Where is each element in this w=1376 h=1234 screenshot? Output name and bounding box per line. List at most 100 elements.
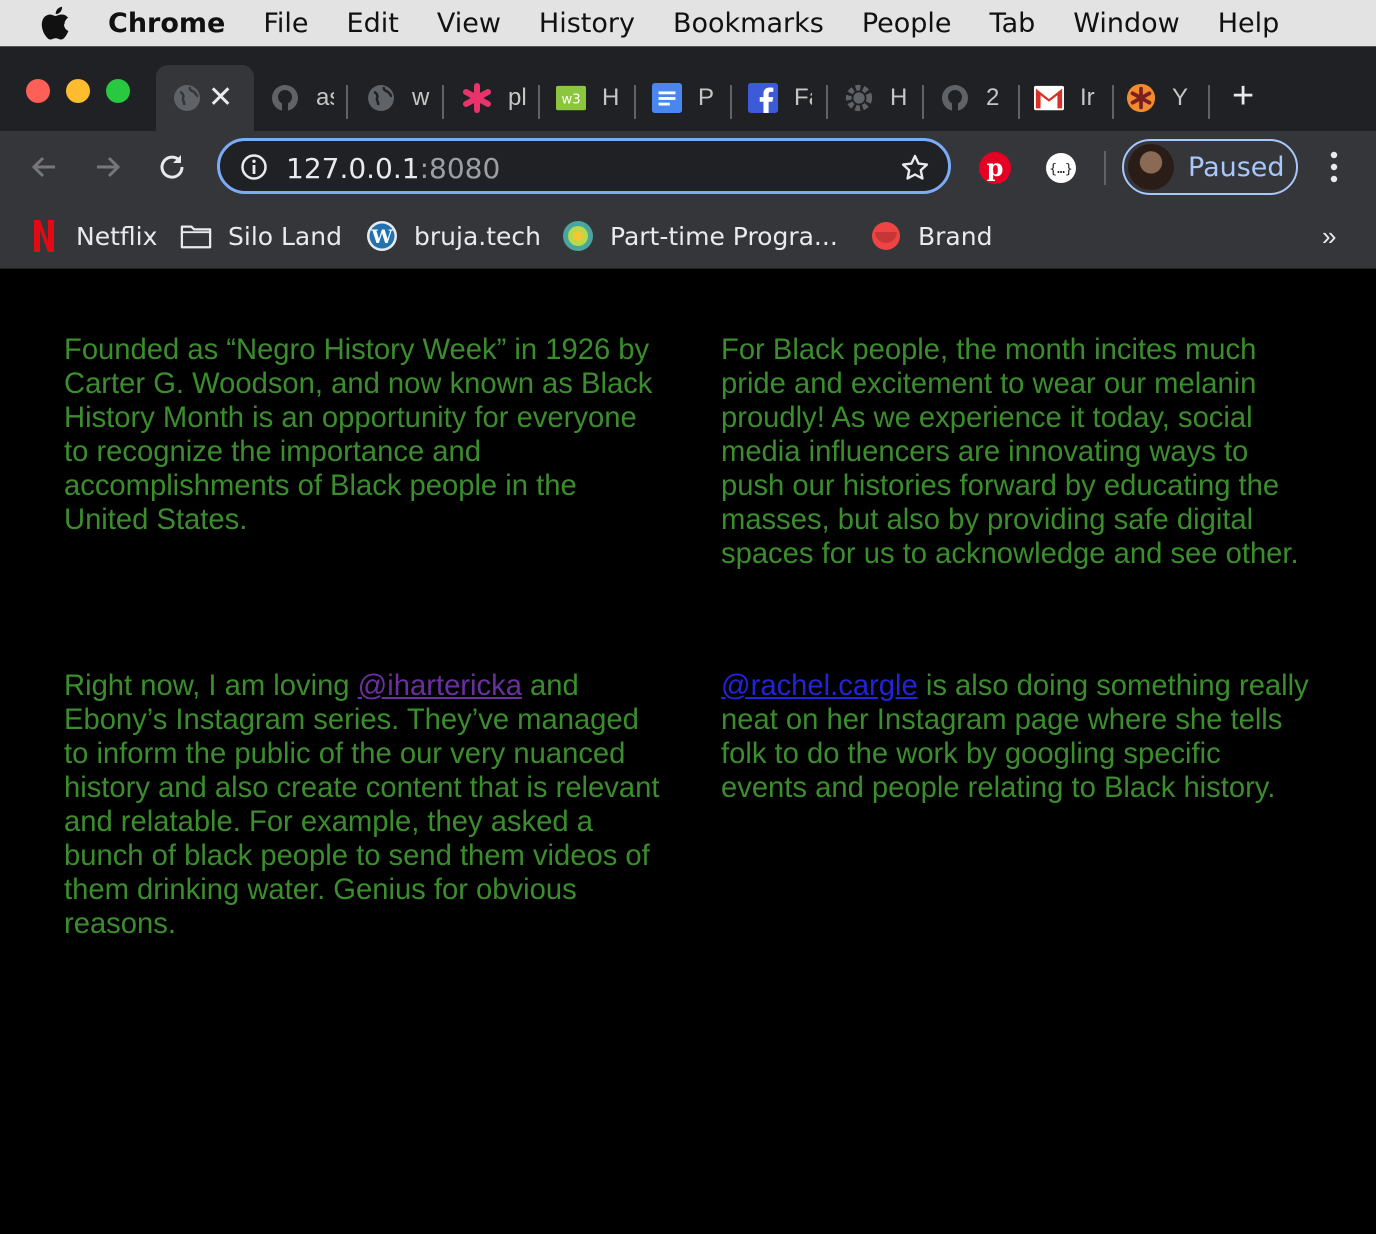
browser-window: ✕ as w pl w3 H xyxy=(0,46,1376,1234)
url-port: :8080 xyxy=(419,152,501,185)
menu-file[interactable]: File xyxy=(263,8,308,39)
tab-title: Y xyxy=(1172,84,1189,111)
tab-2[interactable]: as xyxy=(254,65,348,131)
menu-history[interactable]: History xyxy=(539,8,635,39)
apple-menu-icon[interactable] xyxy=(40,6,72,40)
tab-9[interactable]: 2 xyxy=(926,65,1020,131)
close-window-button[interactable] xyxy=(26,79,50,103)
asterisk-icon xyxy=(462,83,492,113)
circle-logo-icon xyxy=(562,220,594,252)
close-tab-icon[interactable]: ✕ xyxy=(208,83,233,113)
paragraph-ihartericka: Right now, I am loving @ihartericka and … xyxy=(64,669,664,941)
tab-strip: ✕ as w pl w3 H xyxy=(0,47,1376,131)
tab-title: w xyxy=(412,84,430,111)
folder-icon xyxy=(180,220,212,252)
tab-separator xyxy=(826,85,828,119)
toolbar-separator xyxy=(1104,151,1106,185)
rachel-cargle-link[interactable]: @rachel.cargle xyxy=(721,670,918,702)
gmail-icon xyxy=(1034,83,1064,113)
tab-title: as xyxy=(316,84,334,111)
bookmarks-overflow-button[interactable]: » xyxy=(1322,221,1336,252)
menu-app-name[interactable]: Chrome xyxy=(108,8,225,39)
minimize-window-button[interactable] xyxy=(66,79,90,103)
paragraph-history-week: Founded as “Negro History Week” in 1926 … xyxy=(64,334,653,536)
menu-tab[interactable]: Tab xyxy=(990,8,1036,39)
menu-view[interactable]: View xyxy=(437,8,501,39)
bookmarks-bar: Netflix Silo Land W bruja.tech Part-time… xyxy=(0,203,1376,269)
site-info-icon[interactable] xyxy=(240,153,268,186)
tab-separator xyxy=(1018,85,1020,119)
tab-title: pl xyxy=(508,84,526,111)
reload-icon[interactable] xyxy=(156,151,188,183)
bookmark-label: Netflix xyxy=(76,221,158,251)
github-icon xyxy=(270,83,300,113)
asterisk-orange-icon xyxy=(1126,83,1156,113)
tab-separator xyxy=(634,85,636,119)
new-tab-plus-icon[interactable]: + xyxy=(1232,77,1254,115)
tab-8[interactable]: H xyxy=(830,65,924,131)
bookmark-part-time-programs[interactable]: Part-time Progra... xyxy=(562,219,838,253)
brand-icon xyxy=(870,220,902,252)
bookmark-label: bruja.tech xyxy=(414,221,541,251)
web-page-content: Founded as “Negro History Week” in 1926 … xyxy=(0,269,1376,1234)
url-text[interactable]: 127.0.0.1:8080 xyxy=(286,152,500,185)
menu-bookmarks[interactable]: Bookmarks xyxy=(673,8,824,39)
tab-title: Ir xyxy=(1080,84,1095,111)
tab-6[interactable]: P xyxy=(638,65,732,131)
tab-title: H xyxy=(890,84,908,111)
profile-status-label: Paused xyxy=(1188,151,1285,183)
paragraph-text: Right now, I am loving xyxy=(64,670,358,702)
bookmark-star-icon[interactable] xyxy=(900,153,930,188)
ihartericka-link[interactable]: @ihartericka xyxy=(358,670,522,702)
tab-separator xyxy=(346,85,348,119)
facebook-icon xyxy=(748,83,778,113)
svg-text:p: p xyxy=(987,153,1004,182)
bookmark-netflix[interactable]: Netflix xyxy=(28,219,157,253)
github-icon xyxy=(940,83,970,113)
bookmark-label: Silo Land xyxy=(228,221,342,251)
w3-icon: w3 xyxy=(556,83,586,113)
address-bar[interactable]: 127.0.0.1:8080 xyxy=(217,138,951,194)
svg-text:w3: w3 xyxy=(561,93,580,108)
bookmark-brand[interactable]: Brand xyxy=(870,219,992,253)
menu-help[interactable]: Help xyxy=(1218,8,1280,39)
settings-icon xyxy=(844,83,874,113)
bookmark-bruja-tech[interactable]: W bruja.tech xyxy=(366,219,541,253)
macos-menu-bar: Chrome File Edit View History Bookmarks … xyxy=(0,0,1376,46)
tab-4[interactable]: pl xyxy=(446,65,540,131)
tab-separator xyxy=(730,85,732,119)
tab-3[interactable]: w xyxy=(350,65,444,131)
more-menu-icon[interactable] xyxy=(1322,149,1346,185)
tab-title: H xyxy=(602,84,620,111)
tab-title: 2 xyxy=(986,84,1000,111)
back-arrow-icon[interactable] xyxy=(28,151,60,183)
tab-separator xyxy=(1208,85,1210,119)
avatar xyxy=(1128,144,1174,190)
tab-5[interactable]: w3 H xyxy=(542,65,636,131)
wordpress-icon: W xyxy=(366,220,398,252)
menu-people[interactable]: People xyxy=(862,8,952,39)
tab-title: Fa xyxy=(794,84,812,111)
tab-11[interactable]: Y xyxy=(1114,65,1210,131)
tab-separator xyxy=(538,85,540,119)
forward-arrow-icon[interactable] xyxy=(92,151,124,183)
bookmark-silo-land[interactable]: Silo Land xyxy=(180,219,342,253)
tab-7[interactable]: Fa xyxy=(734,65,828,131)
zoom-window-button[interactable] xyxy=(106,79,130,103)
url-host: 127.0.0.1 xyxy=(286,152,420,185)
docs-icon xyxy=(652,83,682,113)
menu-edit[interactable]: Edit xyxy=(347,8,399,39)
pinterest-extension-icon[interactable]: p xyxy=(978,151,1011,184)
tab-10[interactable]: Ir xyxy=(1022,65,1114,131)
netflix-icon xyxy=(28,220,60,252)
menu-window[interactable]: Window xyxy=(1073,8,1179,39)
globe-icon xyxy=(366,83,396,113)
profile-button[interactable]: Paused xyxy=(1122,139,1298,195)
svg-text:W: W xyxy=(370,226,393,248)
svg-text:{…}: {…} xyxy=(1049,162,1072,177)
tab-active[interactable]: ✕ xyxy=(156,65,254,131)
browser-toolbar: 127.0.0.1:8080 p {…} Paused xyxy=(0,131,1376,203)
json-extension-icon[interactable]: {…} xyxy=(1044,151,1076,183)
tab-separator xyxy=(922,85,924,119)
paragraph-rachel-cargle: @rachel.cargle is also doing something r… xyxy=(721,669,1311,805)
